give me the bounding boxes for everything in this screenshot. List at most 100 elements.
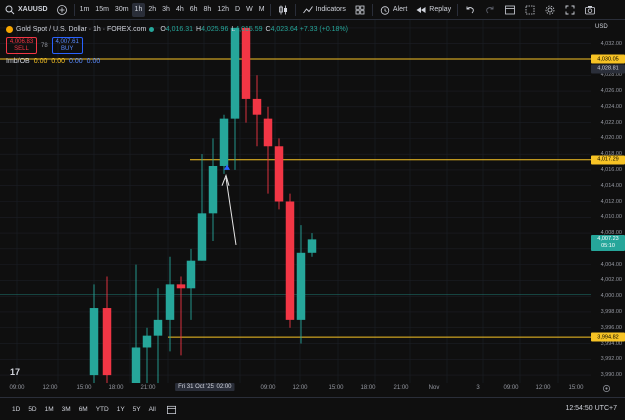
candle-body <box>197 213 207 261</box>
current-price-label: 4,007.23 05:10 <box>591 234 625 251</box>
timeframe-30m[interactable]: 30m <box>112 0 132 20</box>
timeframe-12h[interactable]: 12h <box>214 0 232 20</box>
sell-button[interactable]: 4,006.83 SELL <box>6 37 37 54</box>
indicators-button[interactable]: Indicators <box>298 0 350 20</box>
rewind-icon <box>416 6 426 13</box>
time-tick: Fri 31 Oct '25 <box>175 383 217 391</box>
indicators-label: Indicators <box>315 6 346 13</box>
level-price-label: 4,030.05 <box>591 54 625 64</box>
price-tick: 4,014.00 <box>600 182 622 189</box>
price-tick: 4,022.00 <box>600 119 622 126</box>
range-5d[interactable]: 5D <box>24 406 40 413</box>
indicators-icon <box>302 5 313 13</box>
timeframe-M[interactable]: M <box>256 0 268 20</box>
range-ytd[interactable]: YTD <box>92 406 113 413</box>
ohlc-value: 4,025.96 <box>201 26 229 33</box>
price-tick: 4,016.00 <box>600 166 622 173</box>
ohlc-value: 4,023.64 +7.33 (+0.18%) <box>270 26 349 33</box>
timeframe-D[interactable]: D <box>232 0 243 20</box>
toolbar-divider <box>294 3 296 16</box>
time-tick: 09:00 <box>9 385 25 391</box>
axis-settings-icon[interactable] <box>602 384 611 393</box>
candle-body <box>219 118 229 166</box>
layout-button[interactable] <box>500 0 520 20</box>
timeframe-8h[interactable]: 8h <box>201 0 215 20</box>
chart-canvas[interactable] <box>0 20 591 383</box>
chart-type-button[interactable] <box>273 0 293 20</box>
fullscreen-button[interactable] <box>560 0 580 20</box>
time-tick: 15:00 <box>568 385 584 391</box>
redo-button[interactable] <box>480 0 500 20</box>
candle-body <box>153 319 163 336</box>
currency-label[interactable]: USD <box>595 24 608 30</box>
range-1y[interactable]: 1Y <box>113 406 129 413</box>
timeframe-1m[interactable]: 1m <box>77 0 93 20</box>
price-tick: 4,002.00 <box>600 277 622 284</box>
buy-button[interactable]: 4,007.61 BUY <box>51 37 83 54</box>
level-price-label-text: 4,017.29 <box>597 156 619 163</box>
price-chart[interactable] <box>0 20 625 395</box>
candle-body <box>131 347 141 383</box>
timeframe-3h[interactable]: 3h <box>159 0 173 20</box>
indicator-value: 0.00 <box>51 58 65 65</box>
range-1m[interactable]: 1M <box>41 406 58 413</box>
time-tick: 21:00 <box>140 385 156 391</box>
candle-body <box>274 146 284 202</box>
alarm-clock-icon <box>380 5 390 15</box>
timeframe-4h[interactable]: 4h <box>173 0 187 20</box>
date-range-group: 1D 5D 1M 3M 6M YTD 1Y 5Y All <box>8 406 160 413</box>
redo-icon <box>486 6 494 13</box>
candle-body <box>186 260 196 289</box>
timeframe-15m[interactable]: 15m <box>92 0 112 20</box>
time-tick: 3 <box>476 385 480 391</box>
time-axis[interactable]: 09:00 12:00 15:00 18:00 21:00 Fri 31 Oct '25 0… <box>0 383 591 395</box>
replay-button[interactable]: Replay <box>411 0 455 20</box>
indicator-name: Imb/OB <box>6 58 30 65</box>
crosshair-price-label-text: 4,028.81 <box>597 65 619 72</box>
range-5y[interactable]: 5Y <box>129 406 145 413</box>
legend-title-row: Gold Spot / U.S. Dollar · 1h · FOREX.com… <box>6 24 348 35</box>
annotation-arrowhead <box>221 173 230 186</box>
templates-button[interactable] <box>350 0 370 20</box>
range-3m[interactable]: 3M <box>58 406 75 413</box>
snapshot-button[interactable] <box>580 0 600 20</box>
calendar-icon[interactable] <box>166 404 177 415</box>
annotation-arrow <box>225 177 237 245</box>
timeframe-W[interactable]: W <box>243 0 256 20</box>
price-tick: 4,010.00 <box>600 214 622 221</box>
symbol-label: XAUUSD <box>18 6 48 13</box>
candles-icon <box>278 5 287 14</box>
toolbar-divider <box>73 3 75 16</box>
time-tick: 15:00 <box>76 385 92 391</box>
symbol-search[interactable]: XAUUSD <box>0 0 52 20</box>
bottom-bar: 1D 5D 1M 3M 6M YTD 1Y 5Y All 12:54:50 UTC+7 <box>0 397 625 420</box>
spread-value: 78 <box>41 42 48 49</box>
alert-button[interactable]: Alert <box>375 0 411 20</box>
timeframe-2h[interactable]: 2h <box>145 0 159 20</box>
candle-body <box>142 335 152 348</box>
settings-button[interactable] <box>540 0 560 20</box>
clock-timezone[interactable]: 12:54:50 UTC+7 <box>565 405 617 412</box>
time-tick: 18:00 <box>108 385 124 391</box>
price-tick: 3,992.00 <box>600 356 622 363</box>
time-tick: Nov <box>428 385 440 391</box>
buy-price: 4,007.61 <box>55 38 79 45</box>
range-all[interactable]: All <box>145 406 160 413</box>
undo-icon <box>466 6 474 13</box>
fullscreen-icon <box>565 5 575 14</box>
timeframe-6h[interactable]: 6h <box>187 0 201 20</box>
candle-body <box>165 284 175 320</box>
select-tool-button[interactable] <box>520 0 540 20</box>
candle-body <box>263 118 273 147</box>
search-icon <box>5 5 15 14</box>
level-price-label-text: 3,994.82 <box>597 334 619 341</box>
price-tick: 4,020.00 <box>600 135 622 142</box>
undo-button[interactable] <box>460 0 480 20</box>
timeframe-1h[interactable]: 1h <box>131 2 146 17</box>
range-1d[interactable]: 1D <box>8 406 24 413</box>
add-symbol-button[interactable] <box>52 0 72 20</box>
range-6m[interactable]: 6M <box>75 406 92 413</box>
price-tick: 3,998.00 <box>600 308 622 315</box>
gear-icon <box>545 5 555 14</box>
indicator-row[interactable]: Imb/OB 0.00 0.00 0.00 0.00 <box>6 56 348 67</box>
